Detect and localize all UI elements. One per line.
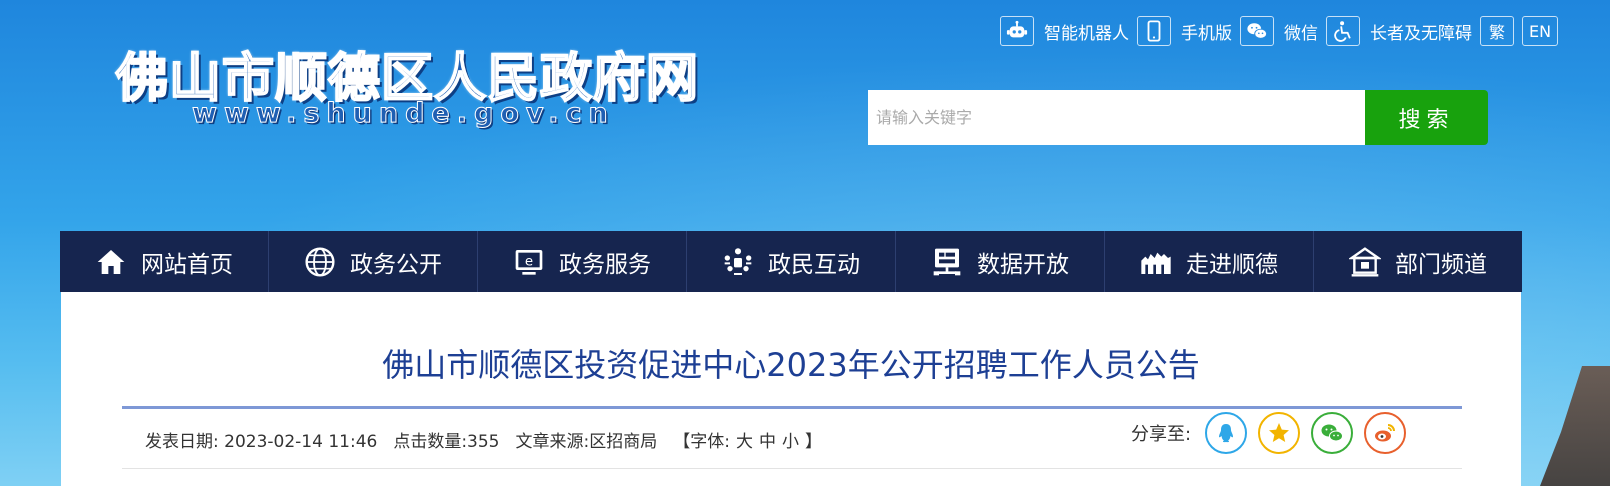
nav-item-interaction[interactable]: 政民互动	[687, 231, 896, 292]
data-icon	[933, 248, 961, 275]
mobile-label: 手机版	[1181, 23, 1232, 44]
accessibility-label: 长者及无障碍	[1370, 23, 1472, 44]
qq-icon	[1219, 424, 1234, 443]
accessibility-icon	[1326, 16, 1360, 46]
nav-label: 政务公开	[350, 251, 442, 278]
building-icon	[1141, 252, 1171, 274]
font-size-medium[interactable]: 中	[759, 427, 776, 452]
mobile-icon	[1137, 16, 1171, 46]
meta-divider	[122, 468, 1462, 469]
robot-icon	[1000, 16, 1034, 46]
wechat-icon	[1321, 424, 1344, 442]
weibo-icon	[1375, 424, 1396, 442]
font-size-label: 【字体:	[673, 432, 730, 452]
article-title: 佛山市顺德区投资促进中心2023年公开招聘工作人员公告	[382, 346, 1200, 384]
wechat-icon	[1240, 16, 1274, 46]
search-button[interactable]: 搜索	[1365, 90, 1488, 145]
share-qq-button[interactable]	[1205, 412, 1248, 454]
service-icon: e	[515, 249, 543, 275]
qzone-icon	[1269, 423, 1290, 442]
home-icon	[97, 249, 125, 274]
site-logo[interactable]: 佛山市顺德区人民政府网 www.shunde.gov.cn	[115, 36, 699, 136]
interaction-icon	[724, 247, 752, 275]
nav-item-government-service[interactable]: e 政务服务	[478, 231, 687, 292]
nav-label: 部门频道	[1395, 251, 1487, 278]
font-size-small[interactable]: 小	[782, 427, 799, 452]
article-panel: 佛山市顺德区投资促进中心2023年公开招聘工作人员公告 发表日期: 2023-0…	[61, 292, 1521, 486]
click-count: 点击数量:355	[393, 432, 500, 452]
font-size-bracket: 】	[804, 432, 822, 452]
main-nav: 网站首页 政务公开 e 政务服务 政民互动 数据开放 走进顺德 部门频道	[60, 231, 1522, 292]
share-label: 分享至:	[1131, 424, 1192, 445]
publish-date: 发表日期: 2023-02-14 11:46	[145, 432, 378, 452]
accessibility-link[interactable]: 长者及无障碍	[1326, 16, 1472, 46]
nav-item-government-affairs[interactable]: 政务公开	[269, 231, 478, 292]
share-bar: 分享至:	[1131, 412, 1417, 454]
wechat-link[interactable]: 微信	[1240, 16, 1318, 46]
nav-item-home[interactable]: 网站首页	[60, 231, 269, 292]
globe-icon	[305, 246, 335, 277]
article-meta: 发表日期: 2023-02-14 11:46 点击数量:355 文章来源:区招商…	[145, 427, 828, 452]
nav-label: 政务服务	[559, 251, 651, 278]
traditional-chinese-button[interactable]: 繁	[1480, 16, 1514, 46]
share-weibo-button[interactable]	[1364, 412, 1407, 454]
robot-label: 智能机器人	[1044, 23, 1129, 44]
nav-label: 网站首页	[141, 251, 233, 278]
font-size-large[interactable]: 大	[736, 427, 753, 452]
robot-link[interactable]: 智能机器人	[1000, 16, 1129, 46]
search-bar: 搜索	[868, 90, 1488, 145]
decorative-building	[1540, 366, 1610, 486]
english-button[interactable]: EN	[1522, 16, 1558, 46]
nav-label: 数据开放	[977, 251, 1069, 278]
share-qzone-button[interactable]	[1258, 412, 1301, 454]
nav-label: 走进顺德	[1186, 251, 1278, 278]
share-wechat-button[interactable]	[1311, 412, 1354, 454]
nav-item-open-data[interactable]: 数据开放	[896, 231, 1105, 292]
article-source: 文章来源:区招商局	[515, 432, 658, 452]
svg-text:e: e	[525, 254, 533, 269]
wechat-label: 微信	[1284, 23, 1318, 44]
top-toolbar: 智能机器人 手机版 微信 长者及无障碍 繁 EN	[992, 14, 1558, 48]
mobile-link[interactable]: 手机版	[1137, 16, 1232, 46]
nav-item-shunde[interactable]: 走进顺德	[1105, 231, 1314, 292]
nav-item-departments[interactable]: 部门频道	[1314, 231, 1522, 292]
title-divider	[122, 406, 1462, 409]
nav-label: 政民互动	[768, 251, 860, 278]
site-url: www.shunde.gov.cn	[192, 98, 615, 130]
search-input[interactable]	[868, 90, 1365, 145]
department-icon	[1349, 246, 1381, 277]
